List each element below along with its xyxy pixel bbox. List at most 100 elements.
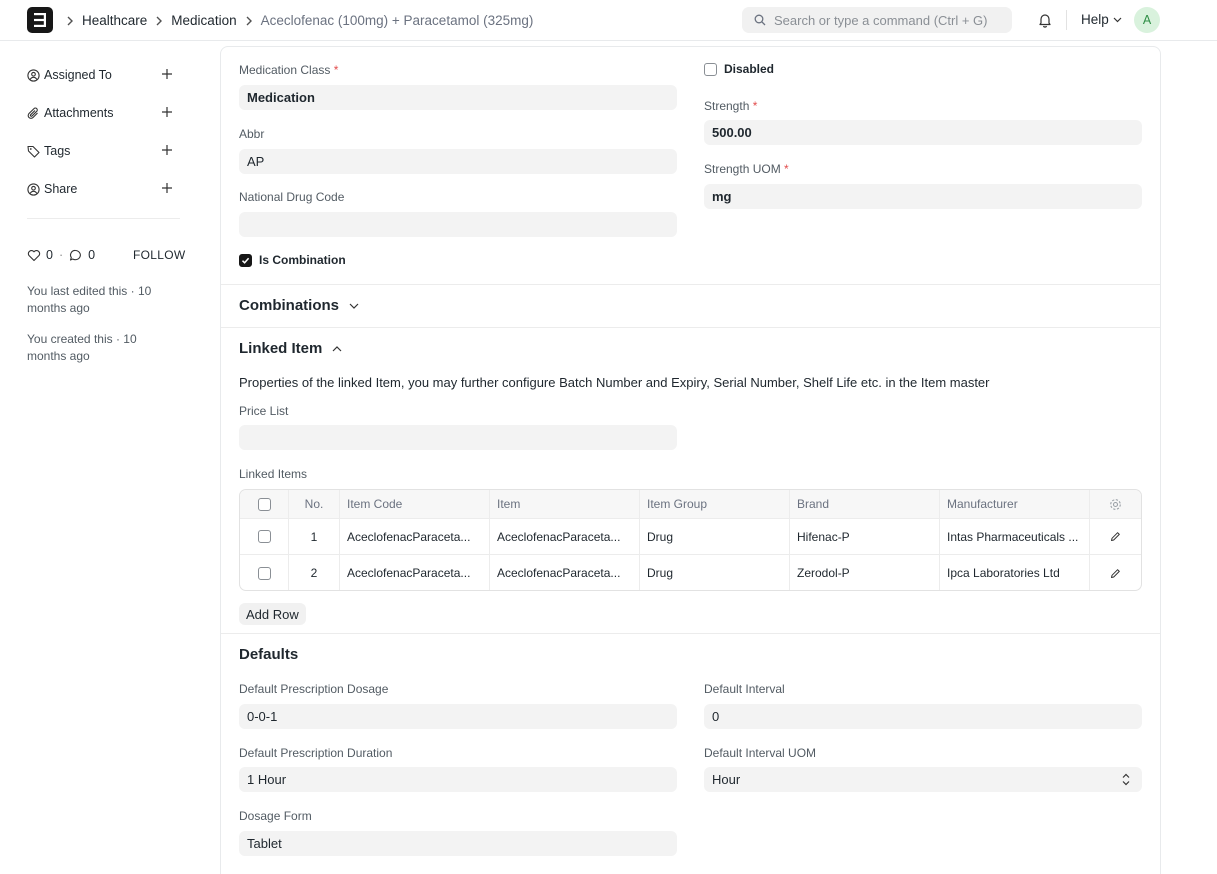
column-header-manufacturer: Manufacturer — [940, 490, 1090, 518]
medication-class-field[interactable]: Medication — [239, 85, 677, 110]
cell-brand[interactable]: Hifenac-P — [790, 519, 940, 554]
default-prescription-dosage-field[interactable]: 0-0-1 — [239, 704, 677, 729]
chevron-down-icon — [1113, 17, 1122, 22]
cell-item-code[interactable]: AceclofenacParaceta... — [340, 519, 490, 554]
section-divider — [221, 633, 1160, 634]
column-header-brand: Brand — [790, 490, 940, 518]
table-header-select — [240, 490, 289, 518]
top-navbar: Healthcare Medication Aceclofenac (100mg… — [0, 0, 1217, 41]
activity-last-edited: You last edited this · 10 months ago — [27, 284, 152, 315]
comment-icon[interactable] — [69, 249, 82, 262]
is-combination-checkbox[interactable] — [239, 253, 252, 267]
chevron-up-icon — [332, 345, 342, 351]
sidebar-item-label: Assigned To — [44, 68, 112, 82]
edit-pencil-icon[interactable] — [1110, 568, 1121, 579]
search-input[interactable] — [774, 12, 994, 28]
column-header-item: Item — [490, 490, 640, 518]
select-updown-icon — [1122, 773, 1130, 786]
form-card: Medication Class * Medication Abbr AP Na… — [220, 46, 1161, 874]
cell-brand[interactable]: Zerodol-P — [790, 555, 940, 590]
row-checkbox[interactable] — [257, 530, 271, 543]
table-settings-cell — [1090, 490, 1141, 518]
default-interval-field[interactable]: 0 — [704, 704, 1142, 729]
breadcrumb-healthcare[interactable]: Healthcare — [82, 13, 147, 28]
breadcrumb: Healthcare Medication Aceclofenac (100mg… — [64, 0, 533, 41]
row-select-cell — [240, 555, 289, 590]
section-linked-item-toggle[interactable]: Linked Item — [239, 340, 342, 357]
heart-icon[interactable] — [27, 249, 41, 262]
section-divider — [221, 284, 1160, 285]
default-interval-uom-select[interactable]: Hour — [704, 767, 1142, 792]
cell-item-code[interactable]: AceclofenacParaceta... — [340, 555, 490, 590]
paperclip-icon — [27, 107, 40, 120]
default-interval-label: Default Interval — [704, 682, 785, 696]
stats-separator: · — [58, 248, 64, 262]
activity-created: You created this · 10 months ago — [27, 332, 137, 363]
row-edit-cell — [1090, 519, 1141, 554]
section-combinations-toggle[interactable]: Combinations — [239, 297, 359, 314]
search-icon — [754, 14, 766, 26]
chevron-down-icon — [349, 303, 359, 309]
sidebar-item-label: Tags — [44, 144, 71, 158]
sidebar-item-assigned-to[interactable]: Assigned To — [27, 56, 182, 94]
plus-icon[interactable] — [161, 68, 173, 80]
edit-pencil-icon[interactable] — [1110, 531, 1121, 542]
plus-icon[interactable] — [161, 182, 173, 194]
logo-e-icon — [34, 13, 46, 27]
column-header-no: No. — [289, 490, 340, 518]
dosage-form-field[interactable]: Tablet — [239, 831, 677, 856]
app-logo[interactable] — [27, 7, 53, 33]
select-all-checkbox[interactable] — [257, 497, 271, 511]
disabled-checkbox[interactable] — [704, 62, 717, 76]
engagement-stats: 0 · 0 FOLLOW — [27, 245, 185, 265]
section-divider — [221, 327, 1160, 328]
linked-items-label: Linked Items — [239, 467, 308, 481]
user-assign-icon — [27, 68, 40, 82]
notification-bell-icon[interactable] — [1037, 12, 1053, 31]
default-interval-uom-value: Hour — [712, 772, 741, 787]
row-checkbox[interactable] — [257, 566, 271, 580]
row-edit-cell — [1090, 555, 1141, 590]
add-row-button[interactable]: Add Row — [239, 603, 306, 625]
chevron-right-icon — [155, 16, 163, 26]
default-interval-uom-label: Default Interval UOM — [704, 746, 817, 760]
cell-no: 2 — [289, 555, 340, 590]
share-user-icon — [27, 182, 40, 196]
cell-item-group[interactable]: Drug — [640, 555, 790, 590]
table-row[interactable]: 2 AceclofenacParaceta... AceclofenacPara… — [240, 555, 1141, 590]
sidebar-item-share[interactable]: Share — [27, 170, 182, 208]
disabled-checkbox-row[interactable]: Disabled — [704, 62, 774, 76]
is-combination-checkbox-row[interactable]: Is Combination — [239, 253, 346, 267]
row-select-cell — [240, 519, 289, 554]
gear-icon[interactable] — [1109, 498, 1122, 511]
abbr-field[interactable]: AP — [239, 149, 677, 174]
strength-field[interactable]: 500.00 — [704, 120, 1142, 145]
linked-items-table: No. Item Code Item Item Group Brand Manu… — [239, 489, 1142, 591]
table-row[interactable]: 1 AceclofenacParaceta... AceclofenacPara… — [240, 519, 1141, 555]
breadcrumb-medication[interactable]: Medication — [171, 13, 236, 28]
medication-class-label: Medication Class * — [239, 63, 339, 77]
help-dropdown[interactable]: Help — [1081, 12, 1122, 27]
sidebar-item-tags[interactable]: Tags — [27, 132, 182, 170]
search-bar[interactable] — [742, 7, 1012, 33]
cell-item-group[interactable]: Drug — [640, 519, 790, 554]
sidebar-item-attachments[interactable]: Attachments — [27, 94, 182, 132]
cell-manufacturer[interactable]: Ipca Laboratories Ltd — [940, 555, 1090, 590]
avatar[interactable]: A — [1134, 7, 1160, 33]
price-list-field[interactable] — [239, 425, 677, 450]
cell-manufacturer[interactable]: Intas Pharmaceuticals ... — [940, 519, 1090, 554]
cell-item[interactable]: AceclofenacParaceta... — [490, 519, 640, 554]
chevron-right-icon — [66, 16, 74, 26]
plus-icon[interactable] — [161, 106, 173, 118]
plus-icon[interactable] — [161, 144, 173, 156]
default-prescription-dosage-label: Default Prescription Dosage — [239, 682, 389, 696]
sidebar-divider — [27, 218, 180, 219]
strength-uom-field[interactable]: mg — [704, 184, 1142, 209]
help-label: Help — [1081, 12, 1109, 27]
linked-item-description: Properties of the linked Item, you may f… — [239, 375, 990, 390]
section-defaults-title: Defaults — [239, 646, 299, 663]
default-prescription-duration-field[interactable]: 1 Hour — [239, 767, 677, 792]
cell-item[interactable]: AceclofenacParaceta... — [490, 555, 640, 590]
national-drug-code-field[interactable] — [239, 212, 677, 237]
follow-button[interactable]: FOLLOW — [133, 248, 185, 262]
